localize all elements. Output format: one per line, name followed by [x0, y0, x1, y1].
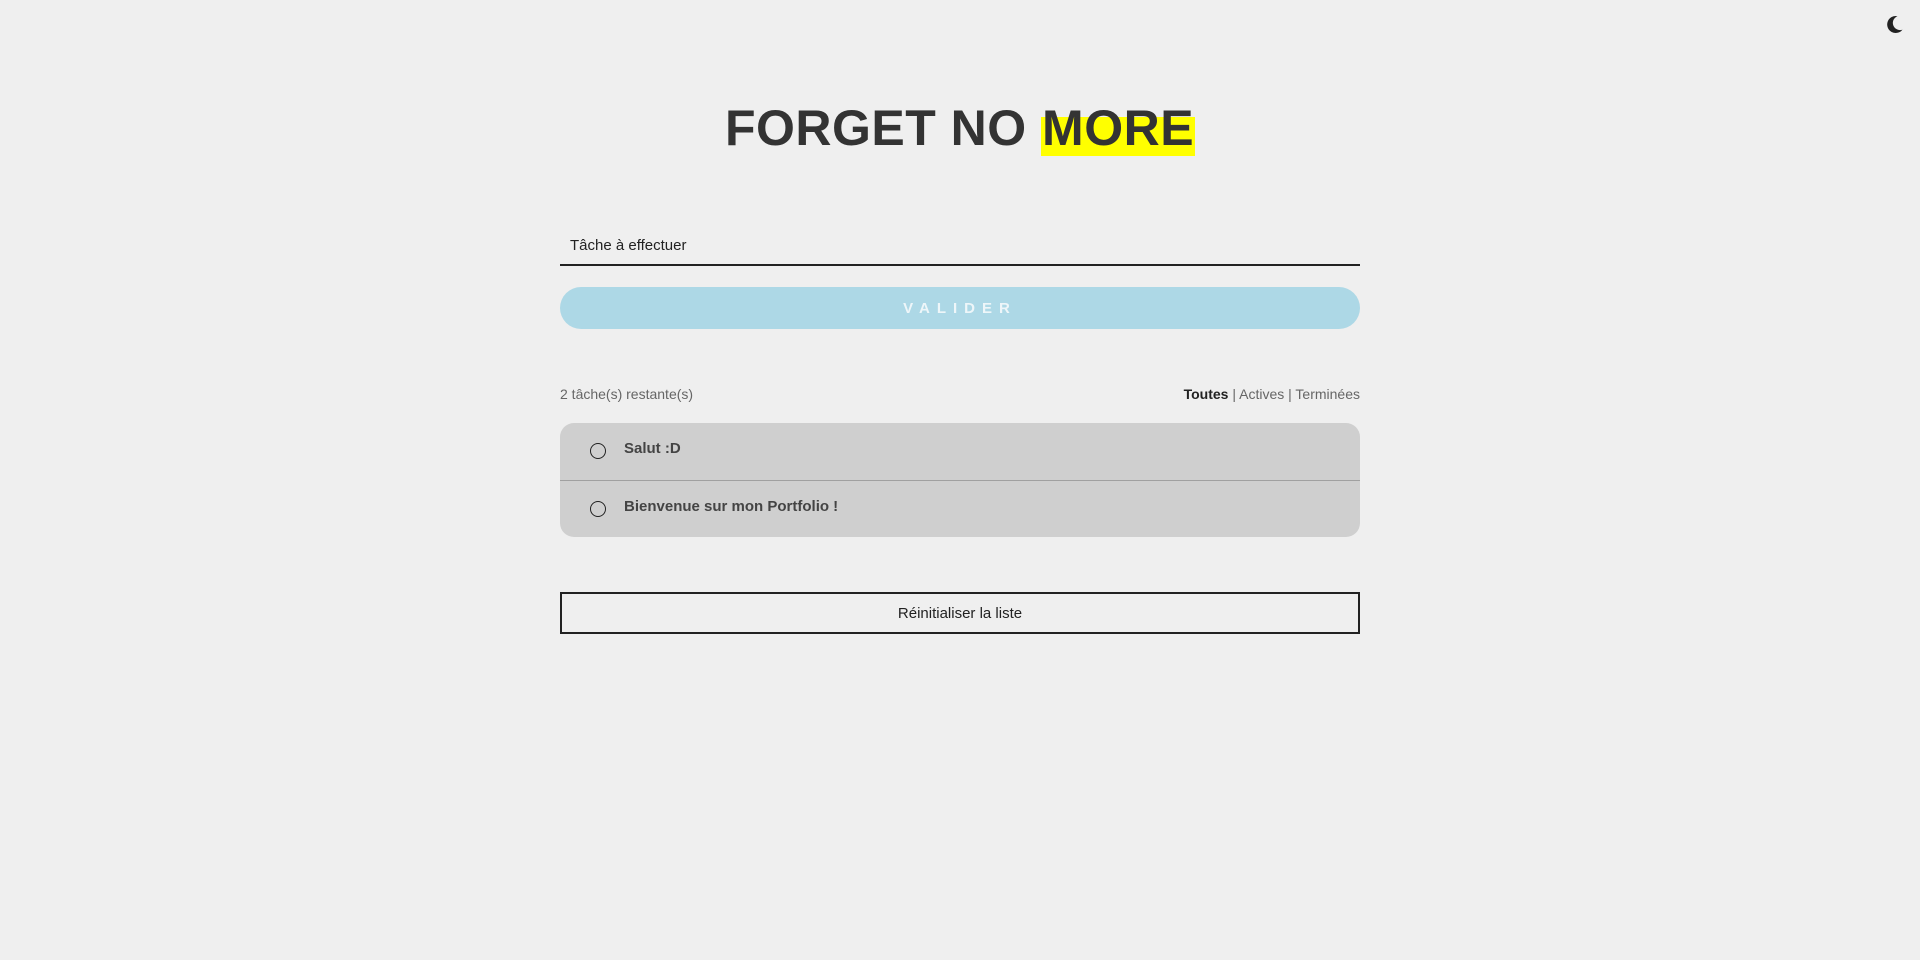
status-row: 2 tâche(s) restante(s) Toutes | Actives … [560, 386, 1360, 406]
filter-bar: Toutes | Actives | Terminées [1184, 386, 1360, 402]
filter-active[interactable]: Actives [1239, 386, 1284, 402]
page-title: FORGET NO MORE [560, 98, 1360, 158]
task-list: Salut :D Bienvenue sur mon Portfolio ! [560, 423, 1360, 537]
filter-completed[interactable]: Terminées [1295, 386, 1360, 402]
submit-button[interactable]: VALIDER [560, 287, 1360, 329]
title-text: FORGET NO [724, 100, 1042, 156]
list-item: Salut :D [560, 423, 1360, 480]
page: FORGET NO MORE VALIDER 2 tâche(s) restan… [0, 0, 1920, 960]
task-label: Salut :D [624, 440, 681, 457]
remaining-count: 2 tâche(s) restante(s) [560, 386, 694, 402]
task-label: Bienvenue sur mon Portfolio ! [624, 498, 839, 515]
filter-all[interactable]: Toutes [1184, 386, 1229, 402]
task-input[interactable] [560, 226, 1360, 266]
list-item: Bienvenue sur mon Portfolio ! [560, 480, 1360, 537]
title-highlight: MORE [1041, 100, 1196, 156]
task-checkbox[interactable] [590, 501, 606, 517]
theme-toggle-button[interactable] [1882, 12, 1906, 36]
task-checkbox[interactable] [590, 443, 606, 459]
reset-list-button[interactable]: Réinitialiser la liste [560, 592, 1360, 634]
moon-icon [1887, 16, 1903, 34]
